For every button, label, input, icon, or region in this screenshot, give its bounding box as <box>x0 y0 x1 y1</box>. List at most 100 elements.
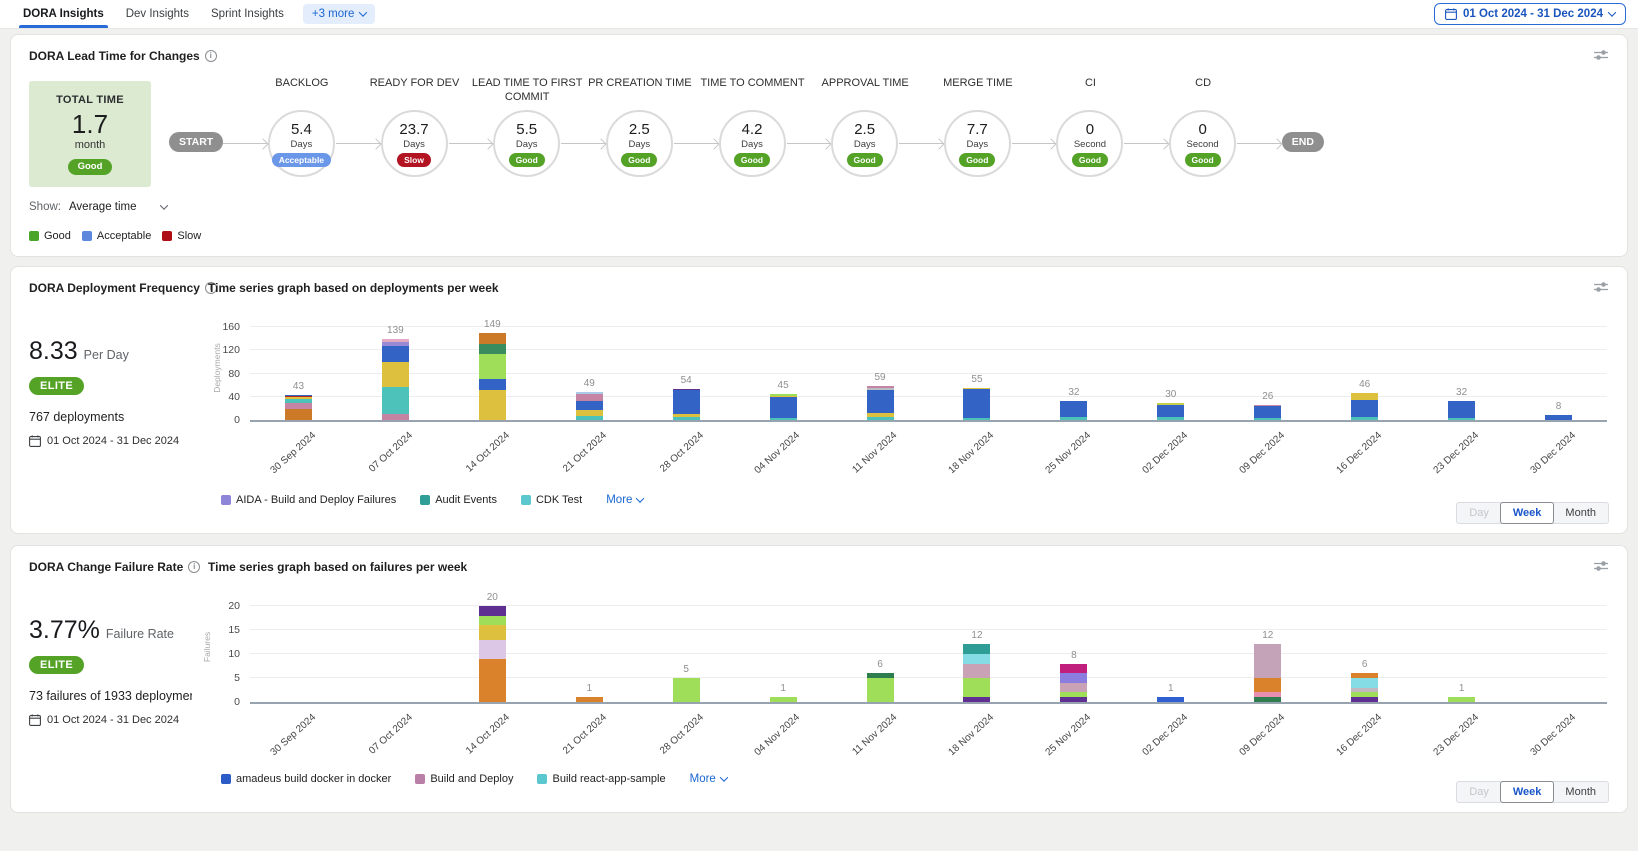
settings-sliders-icon[interactable] <box>1593 280 1609 299</box>
legend-item: CDK Test <box>521 494 582 506</box>
bar-segment <box>479 379 506 390</box>
gridline <box>250 605 1607 606</box>
pipeline-stage-time-to-comment: TIME TO COMMENT4.2DaysGood <box>719 76 787 177</box>
legend-item: Build and Deploy <box>415 773 513 785</box>
bar-value-label: 32 <box>1054 387 1094 398</box>
stage-name: PR CREATION TIME <box>575 76 705 90</box>
stage-value: 5.4 <box>291 121 312 138</box>
toggle-month[interactable]: Month <box>1553 503 1608 523</box>
failure-bar-chart: Failures 0510152020151612811261 30 Sep 2… <box>208 608 1607 752</box>
legend-swatch <box>29 231 39 241</box>
stage-unit: Days <box>741 139 763 150</box>
tab-dev-insights[interactable]: Dev Insights <box>115 0 200 28</box>
chevron-down-icon <box>720 773 728 781</box>
stage-circle[interactable]: 23.7DaysSlow <box>381 110 448 177</box>
stage-circle[interactable]: 7.7DaysGood <box>944 110 1011 177</box>
bar-segment <box>1060 664 1087 674</box>
tab-list: DORA InsightsDev InsightsSprint Insights <box>12 0 295 28</box>
show-metric-selector[interactable]: Show: Average time <box>29 201 167 213</box>
bar-segment <box>285 409 312 420</box>
lead-time-summary-column: TOTAL TIME 1.7 month Good Show: Average … <box>29 81 184 242</box>
bar-11-nov-2024 <box>867 673 894 702</box>
tab-dora-insights[interactable]: DORA Insights <box>12 0 115 28</box>
bar-segment <box>479 344 506 354</box>
y-axis-tick: 40 <box>204 391 240 403</box>
settings-sliders-icon[interactable] <box>1593 559 1609 578</box>
toggle-day: Day <box>1457 782 1501 802</box>
y-axis-tick: 160 <box>204 321 240 333</box>
stage-circle[interactable]: 2.5DaysGood <box>606 110 673 177</box>
stage-circle[interactable]: 0SecondGood <box>1169 110 1236 177</box>
bar-23-dec-2024 <box>1448 401 1475 420</box>
info-icon[interactable]: i <box>205 50 217 62</box>
y-axis-tick: 0 <box>204 414 240 426</box>
bar-value-label: 30 <box>1151 389 1191 400</box>
legend-item: Slow <box>162 230 201 242</box>
legend-label: Good <box>44 230 71 242</box>
stage-name: BACKLOG <box>237 76 367 90</box>
pipeline-stage-backlog: BACKLOG5.4DaysAcceptable <box>268 76 336 177</box>
bar-23-dec-2024 <box>1448 697 1475 702</box>
bar-09-dec-2024 <box>1254 405 1281 420</box>
bar-segment <box>867 417 894 420</box>
bar-segment <box>770 418 797 420</box>
bar-value-label: 12 <box>957 630 997 641</box>
bar-segment <box>770 697 797 702</box>
flow-arrow-icon <box>449 143 494 144</box>
legend-item: Good <box>29 230 71 242</box>
failure-legend: amadeus build docker in dockerBuild and … <box>221 773 727 785</box>
toggle-week[interactable]: Week <box>1500 502 1555 524</box>
stage-value: 7.7 <box>967 121 988 138</box>
stage-status-badge: Good <box>847 153 883 167</box>
tab-sprint-insights[interactable]: Sprint Insights <box>200 0 295 28</box>
toggle-month[interactable]: Month <box>1553 782 1608 802</box>
lead-time-legend: GoodAcceptableSlow <box>29 230 184 242</box>
y-axis-tick: 15 <box>204 624 240 636</box>
bar-segment <box>479 659 506 702</box>
pipeline-stage-ready-for-dev: READY FOR DEV23.7DaysSlow <box>381 76 449 177</box>
date-range-button[interactable]: 01 Oct 2024 - 31 Dec 2024 <box>1434 3 1626 25</box>
stage-name: LEAD TIME TO FIRST COMMIT <box>462 76 592 105</box>
more-tabs-label: +3 more <box>312 8 355 20</box>
toggle-week[interactable]: Week <box>1500 781 1555 803</box>
y-axis-tick: 10 <box>204 648 240 660</box>
y-axis-tick: 20 <box>204 600 240 612</box>
settings-sliders-icon[interactable] <box>1593 48 1609 67</box>
bar-value-label: 32 <box>1442 387 1482 398</box>
stage-circle[interactable]: 5.5DaysGood <box>493 110 560 177</box>
bar-segment <box>382 362 409 386</box>
gridline <box>250 677 1607 678</box>
info-icon[interactable]: i <box>188 561 200 573</box>
bar-value-label: 1 <box>1151 683 1191 694</box>
bar-segment <box>1254 644 1281 678</box>
stage-status-badge: Slow <box>397 153 431 167</box>
stage-value: 0 <box>1086 121 1094 138</box>
more-label: More <box>606 494 632 506</box>
plot-area: 0510152020151612811261 <box>250 608 1607 704</box>
legend-more-link[interactable]: More <box>606 494 643 506</box>
stage-circle[interactable]: 5.4DaysAcceptable <box>268 110 335 177</box>
more-tabs-chip[interactable]: +3 more <box>303 4 376 24</box>
bar-segment <box>1157 405 1184 417</box>
stage-circle[interactable]: 0SecondGood <box>1056 110 1123 177</box>
bar-segment <box>1448 401 1475 417</box>
stage-name: TIME TO COMMENT <box>688 76 818 90</box>
deployment-legend: AIDA - Build and Deploy FailuresAudit Ev… <box>221 494 643 506</box>
bar-segment <box>479 390 506 420</box>
legend-more-link[interactable]: More <box>690 773 727 785</box>
show-label: Show: <box>29 201 61 213</box>
bar-value-label: 5 <box>666 664 706 675</box>
bar-segment <box>673 390 700 413</box>
stage-circle[interactable]: 4.2DaysGood <box>719 110 786 177</box>
bar-04-nov-2024 <box>770 697 797 702</box>
stage-unit: Days <box>966 139 988 150</box>
stage-name: READY FOR DEV <box>350 76 480 90</box>
pipeline-stage-cd: CD0SecondGood <box>1169 76 1237 177</box>
bar-21-oct-2024 <box>576 392 603 420</box>
bar-value-label: 8 <box>1539 401 1579 412</box>
chevron-down-icon <box>1608 8 1616 16</box>
stage-circle[interactable]: 2.5DaysGood <box>831 110 898 177</box>
bar-segment <box>1060 683 1087 693</box>
stage-unit: Second <box>1187 139 1219 150</box>
bar-21-oct-2024 <box>576 697 603 702</box>
